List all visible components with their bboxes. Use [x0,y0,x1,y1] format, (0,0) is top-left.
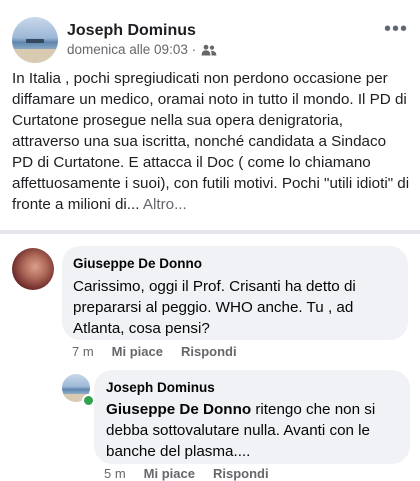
post-body: In Italia , pochi spregiudicati non perd… [12,68,410,215]
avatar-boat [26,39,44,43]
comments-section: Giuseppe De Donno Carissimo, oggi il Pro… [0,234,420,481]
reply-time[interactable]: 5 m [104,466,126,481]
comment-text: Carissimo, oggi il Prof. Crisanti ha det… [73,278,356,337]
comment-actions: 7 m Mi piace Rispondi [72,344,237,359]
reply-bubble: Joseph Dominus Giuseppe De Donno ritengo… [94,370,410,464]
comment-bubble: Giuseppe De Donno Carissimo, oggi il Pro… [62,246,408,340]
friends-icon [201,44,217,56]
reply-button[interactable]: Rispondi [181,344,237,359]
more-options-icon[interactable]: ••• [384,19,408,39]
post-meta: domenica alle 09:03 · [67,42,217,57]
commenter-avatar[interactable] [12,248,54,290]
reply-author-name[interactable]: Joseph Dominus [106,380,215,395]
author-avatar[interactable] [12,17,58,63]
like-button[interactable]: Mi piace [112,344,163,359]
post-text: In Italia , pochi spregiudicati non perd… [12,70,410,213]
see-more-link[interactable]: Altro... [139,196,187,213]
comment-time[interactable]: 7 m [72,344,94,359]
avatar-beach [12,49,58,63]
reply-text: Giuseppe De Donno ritengo che non si deb… [106,399,402,462]
mention-link[interactable]: Giuseppe De Donno [106,401,251,418]
comment-author-name[interactable]: Giuseppe De Donno [73,256,202,271]
post: Joseph Dominus domenica alle 09:03 · •••… [0,0,420,228]
like-button[interactable]: Mi piace [144,466,195,481]
post-author-name[interactable]: Joseph Dominus [67,22,196,40]
reply-actions: 5 m Mi piace Rispondi [104,466,269,481]
reply-button[interactable]: Rispondi [213,466,269,481]
post-timestamp[interactable]: domenica alle 09:03 · [67,42,196,57]
